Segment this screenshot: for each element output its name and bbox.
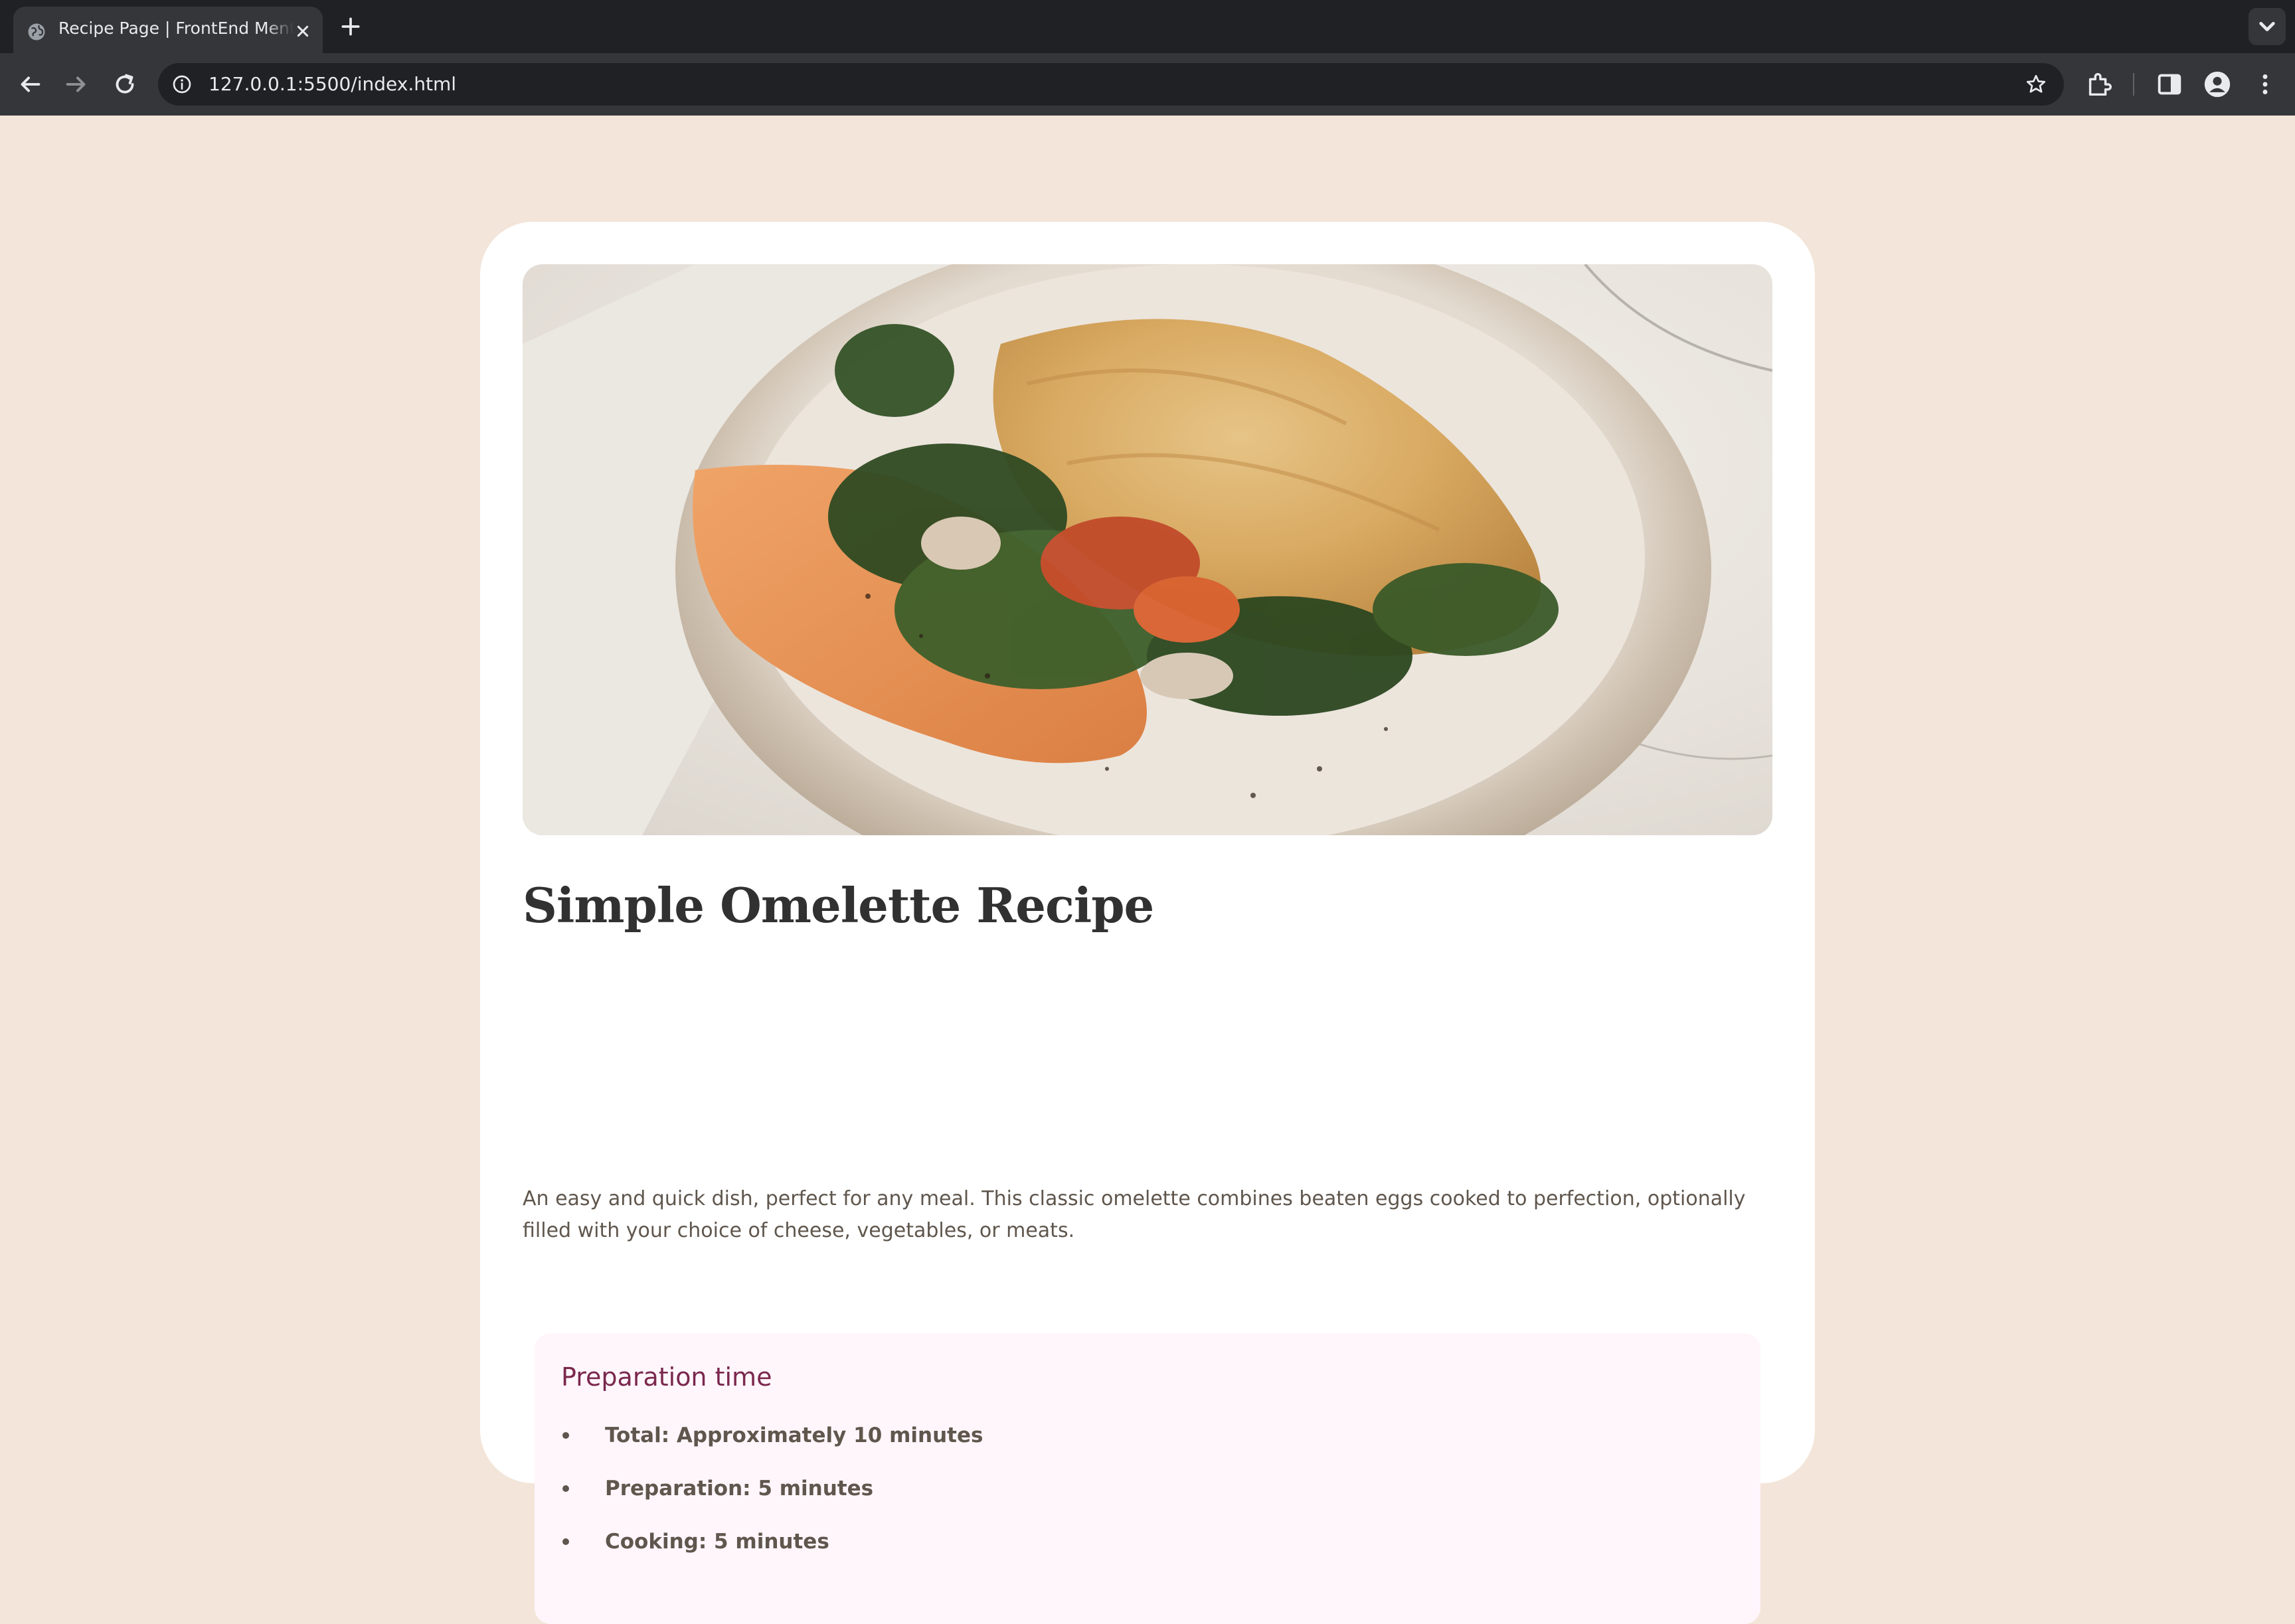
recipe-title: Simple Omelette Recipe — [523, 877, 1154, 934]
browser-toolbar: 127.0.0.1:5500/index.html — [0, 53, 2295, 116]
prep-preparation-value: 5 minutes — [750, 1477, 874, 1501]
reload-icon[interactable] — [110, 69, 140, 100]
recipe-card: Simple Omelette Recipe An easy and quick… — [480, 222, 1815, 1624]
arrow-left-icon[interactable] — [15, 69, 45, 100]
plus-icon[interactable] — [337, 13, 364, 40]
kebab-menu-icon[interactable] — [2250, 69, 2280, 100]
preparation-time-box: Preparation time Total: Approximately 10… — [535, 1333, 1760, 1624]
bullet — [562, 1538, 569, 1545]
browser-tab[interactable]: Recipe Page | FrontEnd Mentor — [13, 7, 323, 53]
close-icon[interactable] — [292, 21, 313, 42]
bullet — [562, 1485, 569, 1492]
puzzle-icon[interactable] — [2084, 69, 2114, 100]
profile-icon[interactable] — [2202, 69, 2233, 100]
tab-title: Recipe Page | FrontEnd Mentor — [58, 19, 294, 38]
side-panel-icon[interactable] — [2154, 69, 2185, 100]
globe-icon — [28, 23, 45, 41]
preparation-time-heading: Preparation time — [561, 1362, 772, 1392]
prep-cooking-value: 5 minutes — [707, 1530, 829, 1554]
prep-total-value: Approximately 10 minutes — [669, 1423, 983, 1447]
prep-total-label: Total: — [605, 1423, 670, 1447]
arrow-right-icon[interactable] — [61, 69, 92, 100]
tab-search-button[interactable] — [2249, 8, 2286, 45]
prep-cooking-label: Cooking: — [605, 1530, 707, 1554]
omelette-image — [523, 264, 1772, 835]
chevron-down-icon — [2259, 22, 2275, 32]
star-icon[interactable] — [2024, 72, 2048, 96]
bullet — [562, 1432, 569, 1439]
url-text[interactable]: 127.0.0.1:5500/index.html — [209, 63, 456, 106]
toolbar-separator — [2133, 73, 2134, 96]
address-bar[interactable]: 127.0.0.1:5500/index.html — [158, 63, 2064, 106]
prep-preparation-label: Preparation: — [605, 1477, 751, 1501]
browser-tab-strip: Recipe Page | FrontEnd Mentor — [0, 0, 2295, 53]
info-icon[interactable] — [171, 74, 193, 95]
recipe-image — [523, 264, 1772, 835]
recipe-intro: An easy and quick dish, perfect for any … — [523, 1187, 1746, 1242]
